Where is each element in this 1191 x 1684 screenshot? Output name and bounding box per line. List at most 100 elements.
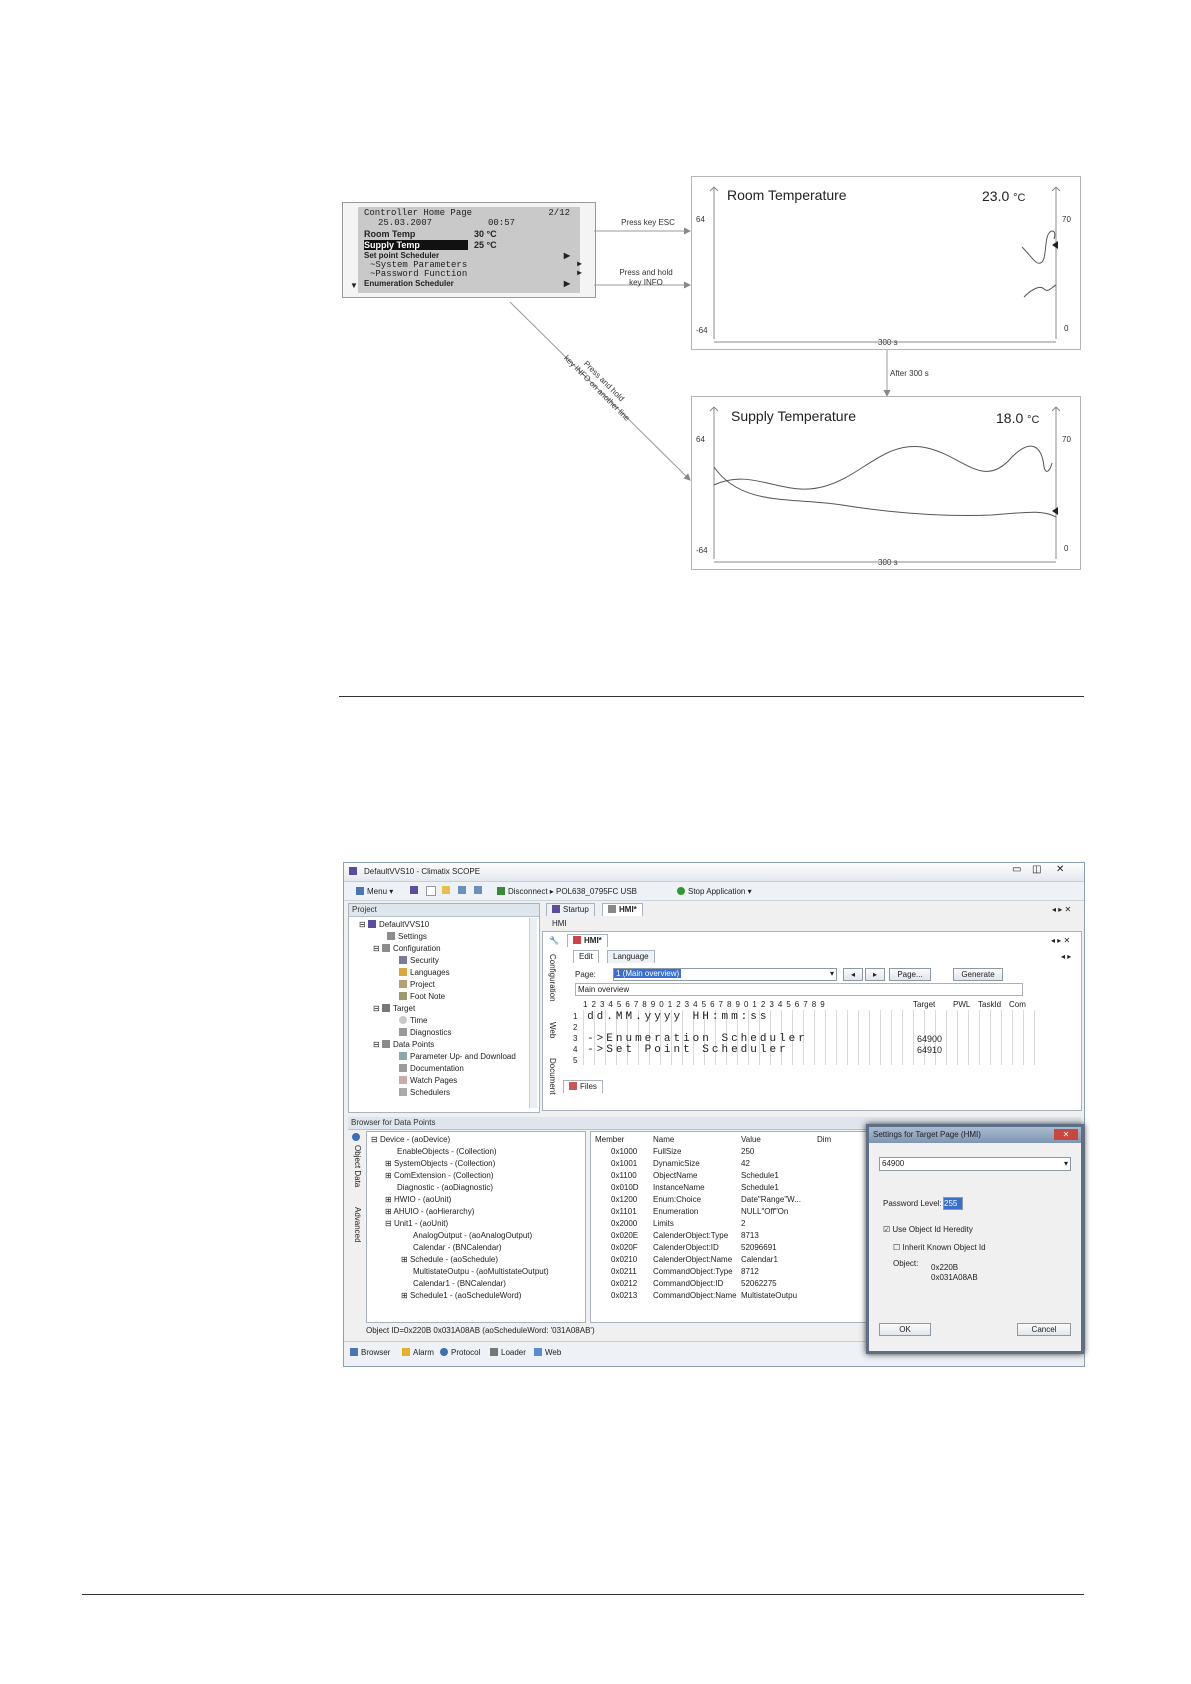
tree-item[interactable]: ⊟ Data Points: [373, 1040, 434, 1050]
generate-button[interactable]: Generate: [953, 968, 1003, 981]
new-file-icon[interactable]: [426, 886, 439, 898]
side-tab-web[interactable]: Web: [547, 1022, 557, 1038]
tree-item[interactable]: Parameter Up- and Download: [399, 1052, 516, 1062]
member-name: Limits: [653, 1219, 674, 1228]
tree-item[interactable]: Documentation: [399, 1064, 464, 1074]
inherit-checkbox[interactable]: ☐ Inherit Known Object Id: [893, 1243, 986, 1253]
tab-nav-icon[interactable]: ◂ ▸ ✕: [1051, 936, 1070, 946]
tree-item[interactable]: Languages: [399, 968, 450, 978]
tab-files[interactable]: Files: [563, 1080, 603, 1093]
tree-item[interactable]: ⊟ DefaultVVS10: [359, 920, 429, 930]
member-value: 52096691: [741, 1243, 777, 1252]
scrollbar[interactable]: [529, 918, 537, 1108]
use-object-checkbox[interactable]: ☑ Use Object Id Heredity: [883, 1225, 973, 1235]
member-name: DynamicSize: [653, 1159, 700, 1168]
project-icon: [399, 980, 407, 988]
tree-item[interactable]: ⊞ Schedule1 - (aoScheduleWord): [401, 1291, 521, 1301]
side-tab-document[interactable]: Document: [547, 1058, 557, 1094]
tab-startup[interactable]: Startup: [546, 903, 595, 916]
cancel-button[interactable]: Cancel: [1017, 1323, 1071, 1336]
tree-item[interactable]: Calendar - (BNCalendar): [413, 1243, 501, 1253]
tab-loader[interactable]: Loader: [490, 1348, 526, 1358]
tree-item[interactable]: ⊞ SystemObjects - (Collection): [385, 1159, 495, 1169]
tree-item[interactable]: Settings: [387, 932, 427, 942]
member-id: 0x1001: [611, 1159, 638, 1168]
target-combo[interactable]: 64900 ▾: [879, 1157, 1071, 1171]
tree-item[interactable]: ⊟ Device - (aoDevice): [371, 1135, 450, 1145]
menu-button[interactable]: Menu ▾: [356, 887, 393, 897]
member-name: Enumeration: [653, 1207, 699, 1216]
stop-application-button[interactable]: Stop Application ▾: [677, 887, 752, 897]
section-divider: [339, 696, 1084, 697]
member-value: 250: [741, 1147, 755, 1156]
tree-item[interactable]: Foot Note: [399, 992, 445, 1002]
next-page-button[interactable]: ▸: [865, 968, 885, 981]
info-icon[interactable]: [352, 1133, 363, 1143]
side-tab-advanced[interactable]: Advanced: [352, 1207, 362, 1243]
tab-alarm[interactable]: Alarm: [402, 1348, 434, 1358]
hmi-grid[interactable]: 1 dd.MM.yyyy HH:mm:ss 2 3 ->Enumeration …: [573, 1010, 1035, 1065]
disconnect-button[interactable]: Disconnect ▸ POL638_0795FC USB: [497, 887, 637, 897]
tree-item[interactable]: Watch Pages: [399, 1076, 457, 1086]
tab-hmi[interactable]: HMI*: [602, 903, 643, 916]
col-dim: Dim: [817, 1135, 832, 1144]
password-field[interactable]: 255: [943, 1197, 963, 1210]
prev-page-button[interactable]: ◂: [843, 968, 863, 981]
tree-item[interactable]: ⊟ Target: [373, 1004, 415, 1014]
grid-header-com: Com: [1009, 1000, 1026, 1009]
scope-icon[interactable]: [410, 886, 421, 896]
tab-web[interactable]: Web: [534, 1348, 561, 1358]
grid-header-pwl: PWL: [953, 1000, 971, 1009]
side-tab-configuration[interactable]: Configuration: [547, 954, 557, 1002]
tab-nav-icon[interactable]: ◂ ▸ ✕: [1052, 905, 1071, 915]
tree-item[interactable]: ⊟ Configuration: [373, 944, 441, 954]
ok-button[interactable]: OK: [879, 1323, 931, 1336]
tree-item[interactable]: AnalogOutput - (aoAnalogOutput): [413, 1231, 532, 1241]
tab-nav-icon[interactable]: ◂ ▸: [1061, 952, 1071, 962]
target-value: 64910: [917, 1045, 943, 1055]
save-icon[interactable]: [458, 886, 469, 896]
tree-item[interactable]: Diagnostic - (aoDiagnostic): [397, 1183, 493, 1193]
tree-item[interactable]: MultistateOutpu - (aoMultistateOutput): [413, 1267, 549, 1277]
maximize-icon[interactable]: ◫: [1032, 865, 1041, 875]
member-value: 8713: [741, 1231, 759, 1240]
tree-item[interactable]: ⊞ Schedule - (aoSchedule): [401, 1255, 498, 1265]
menu-icon: [356, 887, 364, 895]
security-icon: [399, 956, 407, 964]
member-id: 0x020E: [611, 1231, 639, 1240]
side-tab-object-data[interactable]: Object Data: [352, 1145, 362, 1187]
tree-item[interactable]: Security: [399, 956, 439, 966]
tree-item[interactable]: Diagnostics: [399, 1028, 451, 1038]
tree-item[interactable]: ⊞ HWIO - (aoUnit): [385, 1195, 451, 1205]
open-icon[interactable]: [442, 886, 453, 896]
page-button[interactable]: Page...: [889, 968, 931, 981]
room-temp-graph: Room Temperature 23.0 °C 64 -64 70 0 300…: [691, 176, 1081, 350]
tree-item[interactable]: Time: [399, 1016, 427, 1026]
minimize-icon[interactable]: ▭: [1012, 865, 1021, 875]
tree-item[interactable]: Calendar1 - (BNCalendar): [413, 1279, 506, 1289]
tree-item[interactable]: EnableObjects - (Collection): [397, 1147, 497, 1157]
page-name-field[interactable]: Main overview: [575, 983, 1023, 996]
save-all-icon[interactable]: [474, 886, 485, 896]
tree-item[interactable]: Schedulers: [399, 1088, 450, 1098]
tab-protocol[interactable]: Protocol: [440, 1348, 480, 1358]
grid-row: 4 ->Set Point Scheduler: [573, 1044, 789, 1056]
tree-item[interactable]: ⊞ AHUIO - (aoHierarchy): [385, 1207, 474, 1217]
tab-language[interactable]: Language: [607, 950, 655, 963]
tab-hmi-inner[interactable]: HMI*: [567, 934, 608, 947]
tree-item[interactable]: ⊞ ComExtension - (Collection): [385, 1171, 494, 1181]
close-icon[interactable]: ✕: [1054, 1129, 1078, 1140]
page-select[interactable]: 1 (Main overview) ▾: [613, 968, 837, 981]
tab-edit[interactable]: Edit: [573, 950, 599, 963]
tree-item[interactable]: Project: [399, 980, 435, 990]
wrench-icon[interactable]: 🔧: [549, 936, 559, 946]
note-after: After 300 s: [890, 369, 929, 378]
target-value: 64900: [917, 1034, 943, 1044]
tab-browser[interactable]: Browser: [350, 1348, 390, 1358]
tree-item[interactable]: ⊟ Unit1 - (aoUnit): [385, 1219, 448, 1229]
chevron-down-icon: ▾: [1063, 1159, 1068, 1168]
grid-row: 1 dd.MM.yyyy HH:mm:ss: [573, 1011, 770, 1023]
member-name: CalenderObject:Type: [653, 1231, 729, 1240]
member-value: Date"Range"W...: [741, 1195, 801, 1204]
close-icon[interactable]: ✕: [1056, 865, 1064, 875]
